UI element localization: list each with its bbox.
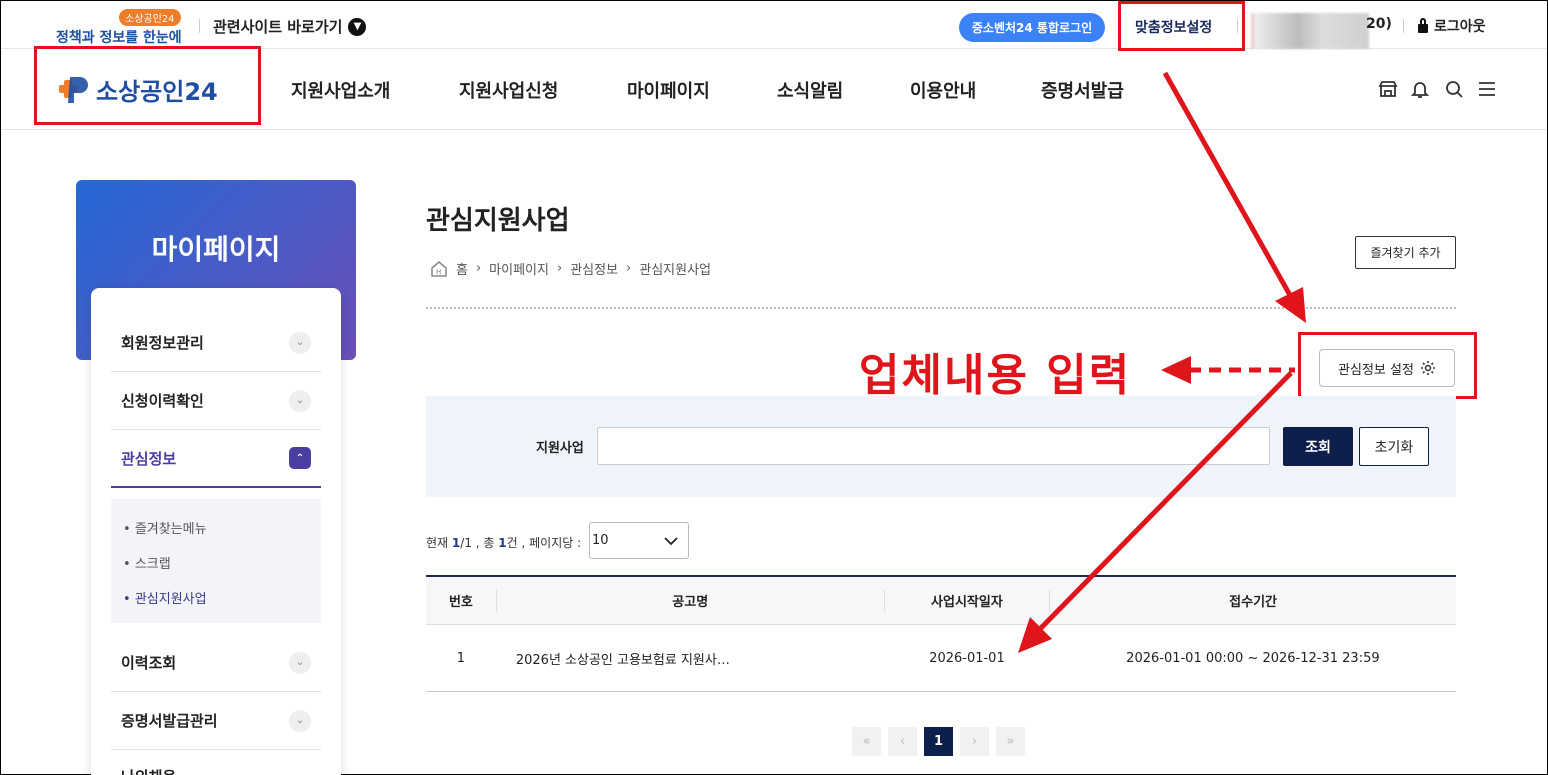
gear-icon — [1420, 361, 1435, 375]
nav-item-certificates[interactable]: 증명서발급 — [1041, 77, 1124, 103]
chevron-right-icon: › — [626, 261, 632, 276]
submenu-label: 즐겨찾는메뉴 — [134, 522, 207, 537]
page-button-current[interactable]: 1 — [924, 727, 953, 756]
chevron-down-icon: ▼ — [348, 17, 367, 36]
chevron-down-icon: ⌄ — [289, 709, 311, 732]
logo-p-icon — [59, 77, 88, 103]
page-title: 관심지원사업 — [426, 206, 570, 236]
interest-settings-button[interactable]: 관심정보 설정 — [1319, 349, 1455, 387]
logout-link[interactable]: 로그아웃 — [1418, 16, 1486, 36]
sidebar-title: 마이페이지 — [151, 233, 281, 266]
breadcrumb-home[interactable]: 홈 — [456, 259, 468, 278]
sidebar-item-application-history[interactable]: 신청이력확인 ⌄ — [111, 372, 321, 430]
pagination: « ‹ 1 › » — [852, 727, 1025, 756]
lock-icon — [1418, 17, 1428, 33]
sidebar-item-member-info[interactable]: 회원정보관리 ⌄ — [111, 314, 321, 372]
chevron-right-icon: › — [556, 261, 563, 276]
col-header-title: 공고명 — [672, 595, 709, 610]
related-sites-dropdown[interactable]: 관련사이트 바로가기 ▼ — [213, 16, 367, 37]
sidebar-item-interest-info[interactable]: 관심정보 ⌃ — [111, 430, 321, 488]
chevron-down-icon: ⌄ — [289, 389, 311, 412]
menu-icon[interactable] — [1477, 79, 1497, 99]
submenu-item-interest-projects[interactable]: • 관심지원사업 — [123, 588, 207, 607]
first-page-button[interactable]: « — [852, 727, 881, 756]
add-favorite-button[interactable]: 즐겨찾기 추가 — [1355, 236, 1456, 269]
logout-label: 로그아웃 — [1434, 19, 1486, 35]
search-label: 지원사업 — [536, 441, 584, 456]
count-total: 1 — [498, 536, 507, 550]
sidebar-item-my-hiring[interactable]: 나의채용 — [111, 750, 321, 775]
brand-badge: 소상공인24 — [119, 9, 181, 26]
related-sites-label: 관련사이트 바로가기 — [213, 18, 343, 36]
count-prefix: 현재 — [426, 536, 449, 550]
home-icon[interactable]: H — [430, 260, 448, 278]
sidebar-item-label: 증명서발급관리 — [121, 712, 218, 730]
breadcrumb-current: 관심지원사업 — [639, 263, 711, 278]
last-page-button[interactable]: » — [996, 727, 1025, 756]
cell-title-link[interactable]: 2026년 소상공인 고용보험료 지원사… — [496, 649, 884, 668]
breadcrumb-mypage[interactable]: 마이페이지 — [489, 259, 549, 278]
sidebar-item-label: 신청이력확인 — [121, 392, 204, 410]
chevron-down-icon: ⌄ — [289, 331, 311, 354]
breadcrumb: H 홈 › 마이페이지 › 관심정보 › 관심지원사업 — [430, 259, 711, 278]
col-header-no: 번호 — [448, 595, 473, 610]
count-mid: , 총 — [475, 536, 495, 550]
user-name-suffix: 20) — [1366, 16, 1392, 32]
cell-no: 1 — [456, 650, 466, 666]
search-icon[interactable] — [1444, 79, 1464, 99]
chevron-right-icon: › — [475, 261, 482, 276]
next-page-button[interactable]: › — [960, 727, 989, 756]
sso-login-button[interactable]: 중소벤처24 통합로그인 — [959, 13, 1105, 42]
interest-settings-label: 관심정보 설정 — [1338, 362, 1414, 378]
prev-page-button[interactable]: ‹ — [888, 727, 917, 756]
custom-settings-link[interactable]: 맞춤정보설정 — [1135, 17, 1212, 37]
user-name-blurred — [1251, 13, 1369, 49]
annotation-arrow-to-row — [1018, 371, 1293, 653]
per-page-select[interactable]: 10 — [589, 522, 689, 559]
submenu-item-scrap[interactable]: • 스크랩 — [123, 553, 171, 572]
sidebar-item-label: 회원정보관리 — [121, 334, 204, 352]
svg-text:H: H — [436, 268, 441, 276]
sidebar-item-label: 관심정보 — [121, 449, 177, 468]
reset-button[interactable]: 초기화 — [1359, 427, 1429, 466]
sidebar-item-label: 나의채용 — [121, 766, 176, 775]
sidebar-item-history-lookup[interactable]: 이력조회 ⌄ — [111, 634, 321, 692]
sidebar-item-certificate-management[interactable]: 증명서발급관리 ⌄ — [111, 692, 321, 750]
nav-item-support-apply[interactable]: 지원사업신청 — [459, 77, 558, 103]
nav-item-support-intro[interactable]: 지원사업소개 — [291, 77, 390, 103]
bell-icon[interactable] — [1410, 79, 1430, 99]
nav-item-mypage[interactable]: 마이페이지 — [627, 77, 710, 103]
breadcrumb-interest[interactable]: 관심정보 — [570, 259, 618, 278]
logo-text: 소상공인24 — [96, 77, 218, 106]
chevron-up-icon: ⌃ — [289, 447, 311, 469]
per-page-value: 10 — [592, 533, 609, 548]
sidebar-item-label: 이력조회 — [121, 654, 177, 672]
chevron-down-icon — [664, 536, 678, 545]
submenu-label: 관심지원사업 — [134, 592, 207, 607]
site-logo[interactable]: 소상공인24 — [56, 71, 218, 107]
divider — [199, 19, 200, 33]
divider — [1237, 19, 1238, 33]
tagline: 정책과 정보를 한눈에 — [56, 30, 182, 46]
submenu-item-favorites[interactable]: • 즐겨찾는메뉴 — [123, 518, 207, 537]
annotation-arrow-down — [1162, 71, 1306, 323]
count-suffix: 건 , 페이지당 : — [506, 536, 582, 550]
nav-item-news[interactable]: 소식알림 — [777, 77, 843, 103]
store-icon[interactable] — [1378, 79, 1398, 99]
result-count: 현재 1/1 , 총 1건 , 페이지당 : — [426, 534, 581, 551]
count-total-pages: /1 — [460, 536, 472, 550]
chevron-down-icon: ⌄ — [289, 651, 311, 674]
submenu-label: 스크랩 — [134, 557, 171, 572]
divider — [1403, 19, 1404, 33]
nav-item-guide[interactable]: 이용안내 — [910, 77, 976, 103]
